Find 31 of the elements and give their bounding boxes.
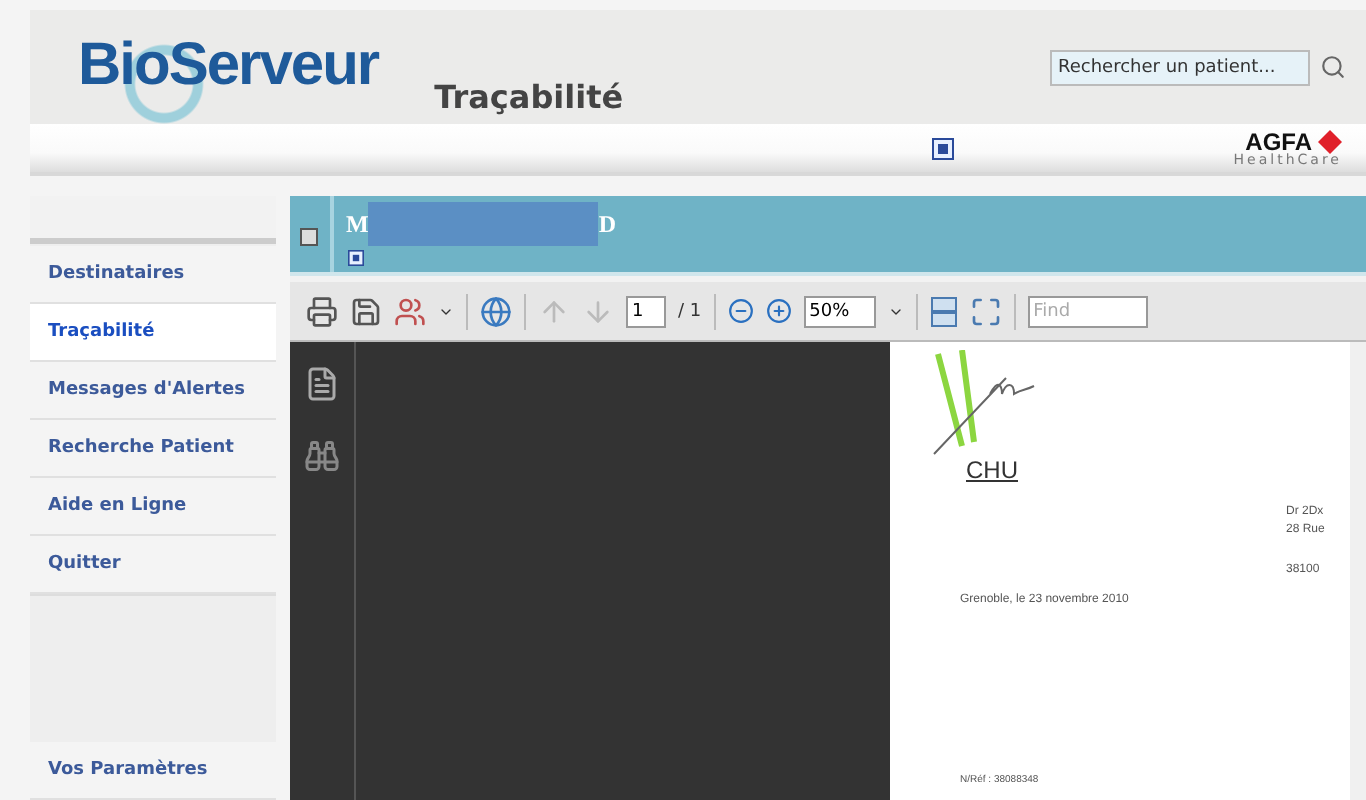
- page-number-field[interactable]: 1: [626, 295, 666, 327]
- diamond-logo-icon: [1318, 129, 1342, 153]
- sidebar-item[interactable]: Messages d'Alertes: [30, 362, 276, 420]
- patient-first-name: M: [346, 209, 369, 239]
- find-field[interactable]: Find: [1027, 295, 1148, 327]
- sidebar-item[interactable]: Quitter: [30, 536, 276, 594]
- page-total: / 1: [678, 301, 702, 321]
- brand-name: AGFA: [1245, 129, 1312, 153]
- fit-width-icon[interactable]: [929, 295, 958, 327]
- patient-last-name: D: [598, 209, 616, 239]
- print-icon[interactable]: [306, 295, 338, 327]
- sidebar-item[interactable]: Traçabilité: [30, 304, 276, 362]
- globe-icon[interactable]: [480, 295, 512, 327]
- sidebar-item[interactable]: Vos Paramètres: [30, 742, 276, 800]
- scrollbar-track[interactable]: [1350, 342, 1366, 800]
- binoculars-icon[interactable]: [304, 438, 340, 474]
- people-icon[interactable]: [394, 295, 426, 327]
- document-icon[interactable]: [304, 366, 340, 402]
- search-icon[interactable]: [1320, 54, 1346, 80]
- page-title: Traçabilité: [434, 78, 624, 116]
- sidebar-item[interactable]: Recherche Patient: [30, 420, 276, 478]
- zoom-in-icon[interactable]: [765, 298, 792, 324]
- search-field[interactable]: Rechercher un patient...: [1050, 49, 1310, 85]
- zoom-field[interactable]: 50%: [803, 295, 876, 327]
- fit-page-icon[interactable]: [969, 295, 1002, 327]
- sidebar-item[interactable]: Destinataires: [30, 246, 276, 304]
- collapse-button[interactable]: [300, 228, 318, 246]
- sidebar-item[interactable]: Aide en Ligne: [30, 478, 276, 536]
- letterhead-text: CHU: [966, 456, 1018, 484]
- save-icon[interactable]: [350, 295, 382, 327]
- zoom-out-icon[interactable]: [727, 298, 754, 324]
